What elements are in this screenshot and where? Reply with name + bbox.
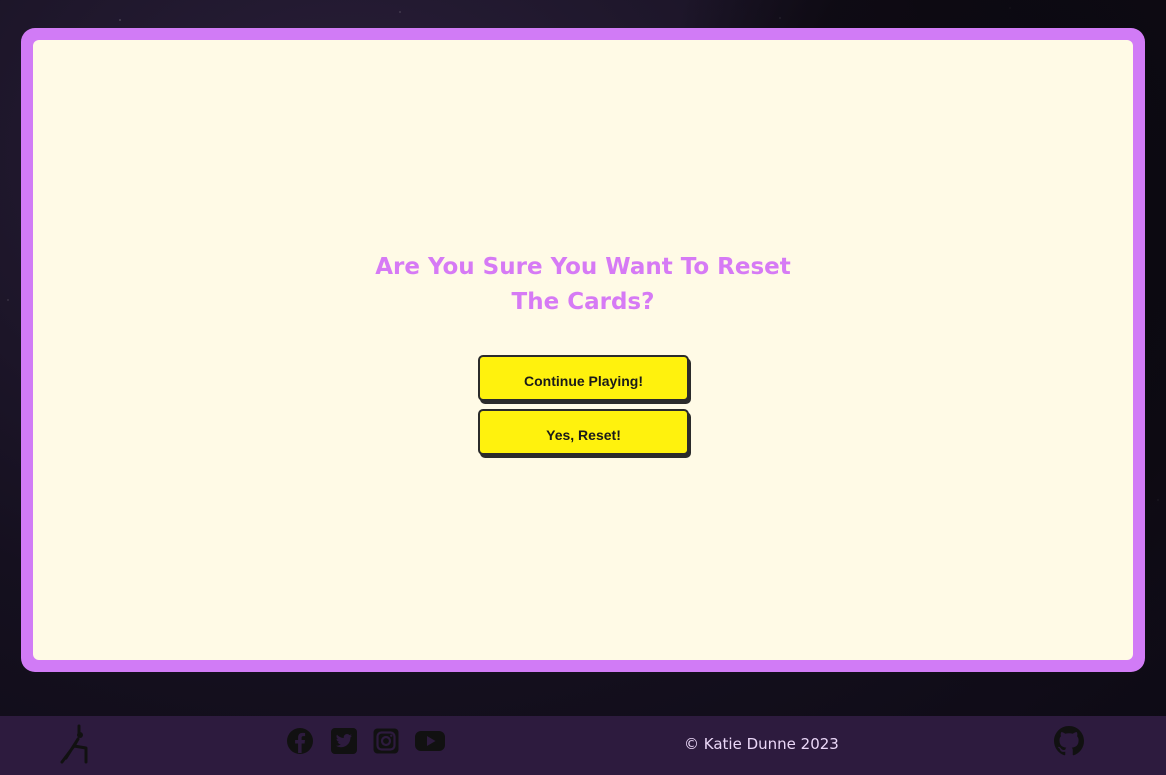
- reset-confirm-modal: Are You Sure You Want To Reset The Cards…: [21, 28, 1145, 672]
- copyright-text: © Katie Dunne 2023: [684, 735, 839, 753]
- modal-content: Are You Sure You Want To Reset The Cards…: [33, 40, 1133, 660]
- continue-playing-button[interactable]: Continue Playing!: [478, 355, 689, 401]
- footer: © Katie Dunne 2023: [0, 716, 1166, 775]
- youtube-icon[interactable]: [414, 726, 446, 756]
- yoga-pose-icon[interactable]: [56, 724, 92, 768]
- github-icon[interactable]: [1054, 726, 1084, 756]
- instagram-icon[interactable]: [371, 726, 401, 756]
- modal-title: Are You Sure You Want To Reset The Cards…: [375, 254, 791, 315]
- facebook-icon[interactable]: [285, 726, 315, 756]
- yes-reset-button[interactable]: Yes, Reset!: [478, 409, 689, 455]
- twitter-icon[interactable]: [329, 726, 359, 756]
